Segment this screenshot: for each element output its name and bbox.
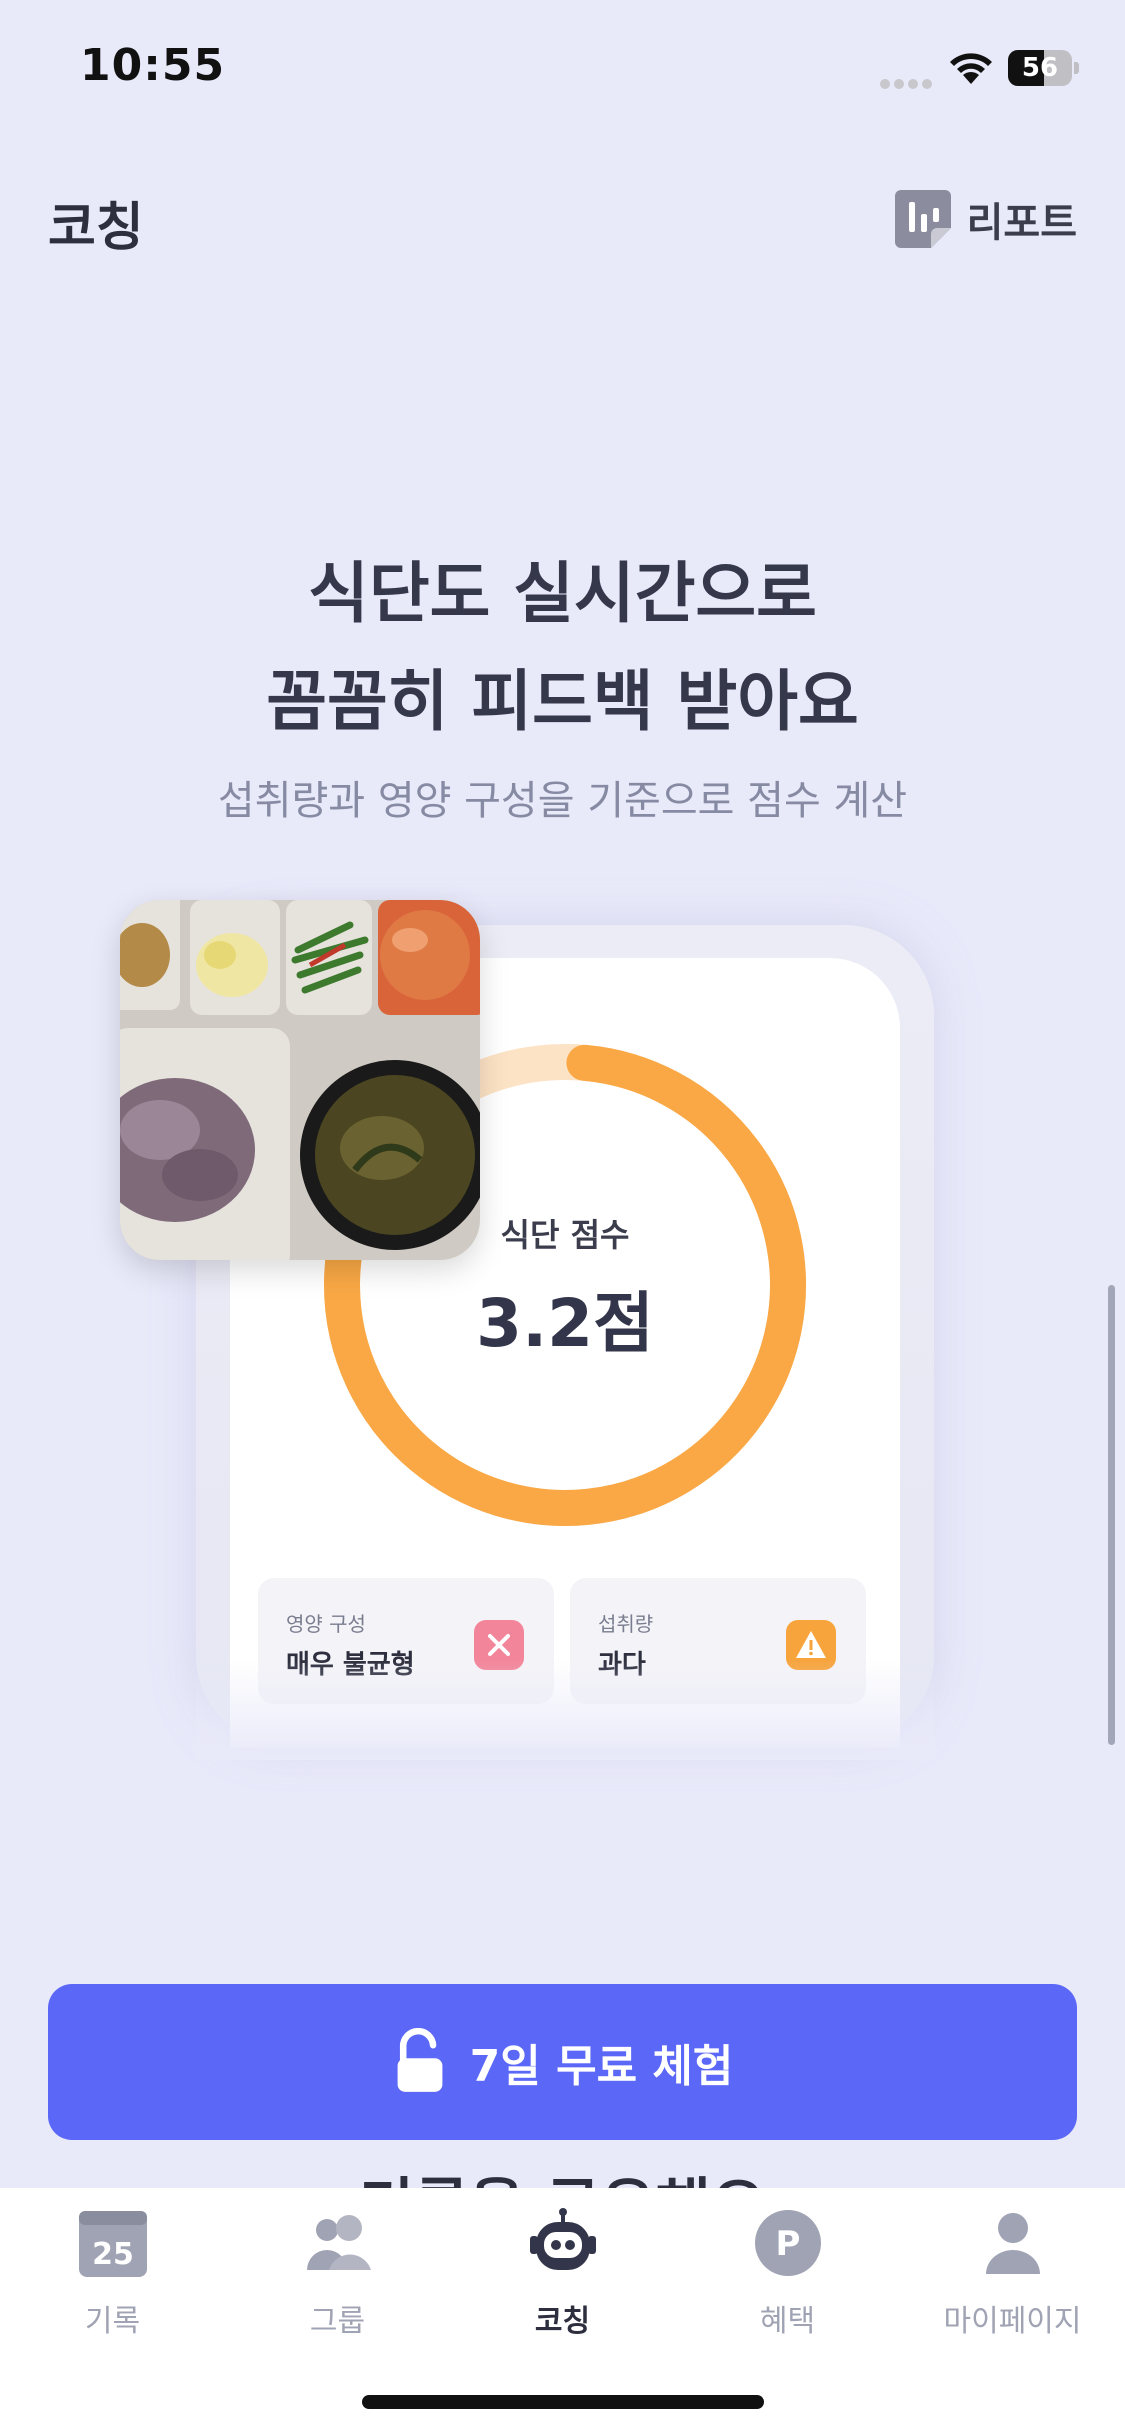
- tab-coaching-label: 코칭: [534, 2304, 591, 2339]
- hero-subtitle: 섭취량과 영양 구성을 기준으로 점수 계산: [217, 778, 908, 824]
- tab-group-label: 그룹: [309, 2304, 366, 2339]
- score-value: 3.2점: [476, 1285, 654, 1362]
- points-letter: P: [776, 2224, 801, 2264]
- calendar-icon: 25: [79, 2211, 147, 2277]
- free-trial-label: 7일 무료 체험: [469, 2041, 734, 2092]
- group-icon: [307, 2215, 371, 2270]
- tab-record-label: 기록: [84, 2304, 141, 2339]
- hero-title-line1: 식단도 실시간으로: [308, 555, 817, 632]
- hero-title-line2: 꼼꼼히 피드백 받아요: [266, 663, 859, 740]
- mock-fade: [196, 1660, 934, 1760]
- battery-icon: 56: [1008, 50, 1079, 86]
- tab-mypage-label: 마이페이지: [943, 2304, 1082, 2339]
- free-trial-button[interactable]: 7일 무료 체험: [48, 1984, 1077, 2140]
- next-section-title: 기록을 공유해요: [0, 2152, 1125, 2190]
- tab-mypage[interactable]: 마이페이지: [900, 2208, 1125, 2339]
- calendar-day: 25: [92, 2237, 134, 2272]
- tab-coaching[interactable]: 코칭: [450, 2208, 675, 2339]
- battery-level: 56: [1021, 53, 1059, 83]
- unlock-icon: [397, 2028, 443, 2092]
- home-indicator: [362, 2395, 764, 2409]
- meal-photo: [120, 900, 480, 1260]
- report-icon: [894, 190, 951, 248]
- person-icon: [986, 2213, 1040, 2274]
- tab-benefits-label: 혜택: [759, 2304, 816, 2339]
- cellular-signal-icon: [880, 74, 936, 93]
- robot-icon: [530, 2208, 596, 2270]
- nutrition-chip-caption: 영양 구성: [286, 1612, 366, 1636]
- scrollbar[interactable]: [1108, 1285, 1115, 1745]
- tab-benefits[interactable]: P 혜택: [675, 2208, 900, 2339]
- report-label: 리포트: [966, 200, 1077, 246]
- intake-chip-caption: 섭취량: [598, 1612, 654, 1636]
- tab-record[interactable]: 25 기록: [0, 2208, 225, 2339]
- tab-group[interactable]: 그룹: [225, 2208, 450, 2339]
- report-button[interactable]: 리포트: [894, 190, 1077, 248]
- points-icon: P: [755, 2210, 821, 2276]
- status-time: 10:55: [80, 40, 226, 91]
- page-title: 코칭: [48, 198, 144, 258]
- wifi-icon: [950, 53, 992, 84]
- status-bar: 10:55 56: [0, 0, 1125, 140]
